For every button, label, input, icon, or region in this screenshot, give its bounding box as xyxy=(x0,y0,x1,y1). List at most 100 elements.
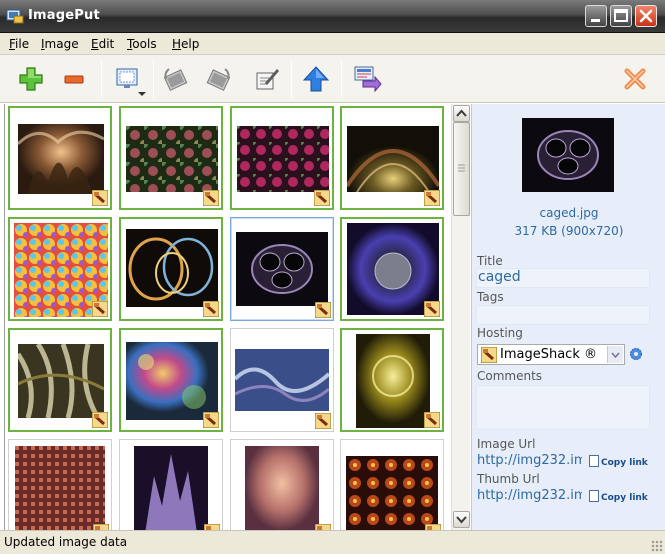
thumbnail-image xyxy=(126,342,218,420)
thumbnail-image xyxy=(235,349,329,411)
thumbnail[interactable] xyxy=(340,439,444,530)
menu-file[interactable]: File xyxy=(9,37,29,51)
hosting-select[interactable]: ImageShack ® xyxy=(477,344,625,365)
title-value: caged xyxy=(478,269,521,285)
gear-icon[interactable] xyxy=(629,347,643,361)
thumb-url-label: Thumb Url xyxy=(477,472,540,486)
menu-bar: File Image Edit Tools Help xyxy=(0,33,665,55)
toolbar-separator xyxy=(101,60,102,98)
menu-image[interactable]: Image xyxy=(41,37,79,51)
maximize-icon xyxy=(614,9,628,22)
clear-button[interactable] xyxy=(619,63,651,95)
gallery-scrollbar[interactable] xyxy=(451,104,470,530)
imageshack-badge-icon xyxy=(92,190,108,206)
add-icon xyxy=(19,67,43,91)
status-bar: Updated image data xyxy=(0,530,665,554)
clear-icon xyxy=(624,68,646,90)
thumbnail[interactable] xyxy=(8,439,112,530)
thumbnail-image xyxy=(15,446,105,530)
toolbar-separator xyxy=(341,60,342,98)
edit-button[interactable] xyxy=(251,63,283,95)
imageshack-badge-icon xyxy=(424,190,440,206)
view-mode-button[interactable] xyxy=(113,63,151,96)
thumbnail-image xyxy=(18,344,104,418)
grip-icon xyxy=(458,164,465,172)
image-gallery[interactable] xyxy=(4,104,451,530)
minimize-button[interactable] xyxy=(585,5,607,27)
close-button[interactable] xyxy=(635,5,657,27)
imageshack-badge-icon xyxy=(315,413,331,429)
hosting-dropdown-button[interactable] xyxy=(607,346,623,363)
resize-grip-icon[interactable] xyxy=(651,540,663,552)
export-button[interactable] xyxy=(351,63,383,95)
details-panel: caged.jpg 317 KB (900x720) Title caged T… xyxy=(471,104,665,530)
thumbnail[interactable] xyxy=(119,328,223,432)
thumbnail[interactable] xyxy=(230,439,334,530)
thumbnail-image xyxy=(126,126,218,192)
thumbnail[interactable] xyxy=(8,217,112,321)
thumbnail[interactable] xyxy=(340,217,444,321)
copy-thumb-url-button[interactable]: Copy link xyxy=(589,490,648,503)
scroll-up-button[interactable] xyxy=(453,105,470,122)
imageshack-badge-icon xyxy=(203,412,219,428)
menu-help[interactable]: Help xyxy=(172,37,199,51)
selected-image-preview xyxy=(522,118,614,192)
thumbnail[interactable] xyxy=(230,106,334,210)
comments-field[interactable] xyxy=(476,385,650,430)
thumbnail-image xyxy=(237,126,329,192)
rotate-left-button[interactable] xyxy=(160,63,192,95)
thumbnail[interactable] xyxy=(230,217,334,321)
thumbnail-image xyxy=(134,446,208,530)
imageshack-badge-icon xyxy=(92,301,108,317)
thumbnail[interactable] xyxy=(340,106,444,210)
menu-tools[interactable]: Tools xyxy=(127,37,157,51)
copy-icon xyxy=(589,455,599,467)
imageshack-badge-icon xyxy=(203,301,219,317)
thumbnail-image xyxy=(245,446,319,530)
add-button[interactable] xyxy=(15,63,47,95)
window-title: ImagePut xyxy=(28,8,100,23)
maximize-button[interactable] xyxy=(610,5,632,27)
thumbnail[interactable] xyxy=(230,328,334,432)
thumbnail-image xyxy=(346,456,438,530)
thumbnail-image xyxy=(18,124,104,194)
app-icon xyxy=(6,9,24,24)
edit-icon xyxy=(256,69,279,90)
imageshack-badge-icon xyxy=(315,302,331,318)
title-field[interactable]: caged xyxy=(476,268,650,288)
copy-icon xyxy=(589,490,599,502)
tags-label: Tags xyxy=(477,290,504,304)
export-icon xyxy=(354,66,382,93)
thumbnail-image xyxy=(126,229,218,307)
selected-file-info: 317 KB (900x720) xyxy=(514,224,624,238)
imageshack-icon xyxy=(481,347,497,363)
remove-icon xyxy=(64,75,84,84)
thumbnail[interactable] xyxy=(119,106,223,210)
thumbnail-image xyxy=(347,126,439,192)
upload-button[interactable] xyxy=(300,63,332,95)
toolbar xyxy=(0,55,665,103)
tags-field[interactable] xyxy=(476,305,650,325)
thumbnail[interactable] xyxy=(119,439,223,530)
scroll-down-button[interactable] xyxy=(453,511,470,528)
comments-label: Comments xyxy=(477,369,543,383)
thumbnail[interactable] xyxy=(340,328,444,432)
chevron-down-icon xyxy=(611,352,620,359)
view-mode-icon xyxy=(116,68,146,96)
rotate-right-button[interactable] xyxy=(202,63,234,95)
imageshack-badge-icon xyxy=(424,412,440,428)
imageshack-badge-icon xyxy=(203,190,219,206)
image-url-link[interactable]: http://img232.im xyxy=(477,453,582,468)
thumb-url-link[interactable]: http://img232.im xyxy=(477,488,582,503)
title-bar: ImagePut xyxy=(0,0,665,33)
thumbnail-image xyxy=(236,232,328,306)
scroll-thumb[interactable] xyxy=(453,122,470,216)
status-text: Updated image data xyxy=(4,535,128,549)
thumbnail[interactable] xyxy=(8,328,112,432)
thumbnail[interactable] xyxy=(8,106,112,210)
copy-image-url-button[interactable]: Copy link xyxy=(589,455,648,468)
menu-edit[interactable]: Edit xyxy=(91,37,114,51)
remove-button[interactable] xyxy=(58,63,90,95)
thumbnail[interactable] xyxy=(119,217,223,321)
imageshack-badge-icon xyxy=(314,190,330,206)
